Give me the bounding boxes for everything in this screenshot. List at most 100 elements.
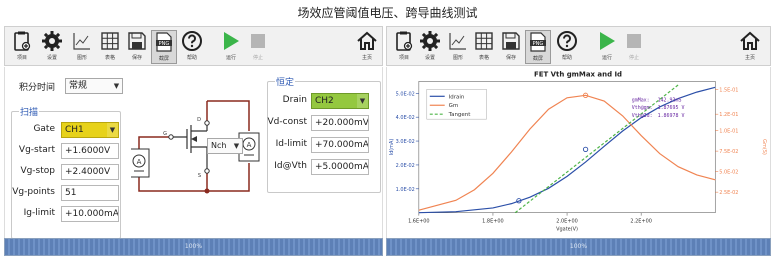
help-label: 帮助: [186, 55, 197, 61]
clipboard-icon: [396, 31, 413, 51]
circuit-diagram: D G S A A: [131, 100, 260, 194]
screenshot-button[interactable]: PNG 截屏: [151, 30, 177, 64]
png-file-icon: PNG: [530, 32, 546, 52]
junction-dot: [204, 188, 210, 194]
settings-button[interactable]: 设置: [417, 30, 443, 64]
vg-stop-input[interactable]: +2.4000V: [61, 164, 119, 180]
home-label: 主页: [361, 55, 372, 61]
project-label: 项目: [16, 55, 27, 61]
integration-time-label: 积分时间: [19, 83, 56, 93]
fixed-group-title: 恒定: [275, 75, 296, 88]
line-chart-icon: [73, 33, 90, 50]
pin-d-label: D: [197, 117, 201, 123]
table-label: 表格: [104, 55, 115, 61]
table-label: 表格: [478, 55, 489, 61]
home-label: 主页: [744, 55, 755, 61]
chart-content: FET Vth gmMax and Id 1.6E+00 1.8E+00 2.0E+…: [386, 67, 771, 238]
annotation-value: 1.86978 V: [658, 113, 685, 119]
stop-button[interactable]: 停止: [621, 30, 647, 64]
gear-icon: [420, 31, 440, 51]
vg-points-input[interactable]: 51: [61, 185, 119, 201]
play-icon: [224, 32, 239, 50]
chart-label: 图形: [76, 55, 87, 61]
y-right-tick-label: 7.5E-02: [719, 149, 738, 155]
page-title: 场效应管阈值电压、跨导曲线测试: [297, 6, 478, 20]
vd-const-input[interactable]: +20.000mV: [311, 115, 369, 131]
gate-value: CH1: [65, 125, 84, 135]
vg-start-input[interactable]: +1.6000V: [61, 143, 119, 159]
legend-label: Idrain: [449, 94, 465, 100]
chart-title: FET Vth gmMax and Id: [534, 70, 622, 78]
save-button[interactable]: 保存: [498, 30, 524, 64]
chevron-down-icon: ▼: [113, 82, 120, 90]
integration-time-select[interactable]: 常规 ▼: [65, 78, 123, 94]
ammeter-gate-symbol: A: [137, 158, 142, 166]
y-right-tick-label: 1.2E-01: [719, 112, 738, 118]
chart-button[interactable]: 图形: [69, 30, 95, 64]
settings-label: 设置: [46, 55, 57, 61]
fet-type-select[interactable]: Nch ▼: [207, 138, 243, 154]
progress-text-right: 100%: [569, 243, 588, 250]
help-button[interactable]: 帮助: [554, 30, 580, 64]
y-left-tick-label: 1.0E-02: [396, 187, 415, 193]
home-icon: [357, 31, 377, 50]
svg-text:PNG: PNG: [159, 41, 170, 47]
vg-points-label: Vg-points: [12, 187, 55, 197]
settings-button[interactable]: 设置: [39, 30, 65, 64]
run-label: 运行: [601, 55, 612, 61]
home-button[interactable]: 主页: [737, 30, 763, 64]
id-limit-input[interactable]: +70.000mA: [311, 137, 369, 153]
save-button[interactable]: 保存: [124, 30, 150, 64]
help-label: 帮助: [561, 55, 572, 61]
y-left-tick-label: 3.0E-02: [396, 139, 415, 145]
table-button[interactable]: 表格: [97, 30, 123, 64]
drain-select[interactable]: CH2 ▼: [311, 93, 369, 109]
run-button[interactable]: 运行: [218, 30, 244, 64]
annotation-label: gmMax:: [632, 97, 650, 103]
stop-button[interactable]: 停止: [245, 30, 271, 64]
y-left-tick-label: 5.0E-02: [396, 91, 415, 97]
chart-label: 图形: [452, 55, 463, 61]
annotation-label: Vth@gm:: [632, 105, 653, 111]
table-button[interactable]: 表格: [471, 30, 497, 64]
wire-left: [138, 136, 171, 149]
id-vth-label: Id@Vth: [274, 161, 307, 171]
x-tick-label: 1.6E+00: [408, 219, 430, 225]
annotation-value: 1.87695 V: [658, 105, 685, 111]
settings-content: 积分时间 常规 ▼ 扫描 Gate CH1 ▼ Vg-start +1.6000V …: [4, 67, 383, 239]
run-button[interactable]: 运行: [594, 30, 620, 64]
ig-limit-input[interactable]: +10.000mA: [61, 206, 119, 222]
png-file-icon: PNG: [156, 32, 172, 52]
help-button[interactable]: 帮助: [179, 30, 205, 64]
x-tick-label: 2.2E+00: [630, 219, 652, 225]
project-button[interactable]: 项目: [9, 30, 35, 64]
vd-const-label: Vd-const: [267, 117, 308, 127]
y-right-tick-label: 2.5E-02: [719, 190, 738, 196]
stop-label: 停止: [628, 55, 639, 61]
y-right-axis-label: Gm(S): [761, 139, 767, 155]
help-icon: [182, 31, 202, 51]
x-tick-label: 2.0E+00: [556, 219, 578, 225]
clipboard-icon: [14, 31, 31, 51]
chart-button[interactable]: 图形: [445, 30, 471, 64]
help-icon: [557, 31, 577, 51]
home-icon: [740, 31, 760, 50]
gate-select[interactable]: CH1 ▼: [61, 122, 119, 138]
project-button[interactable]: 项目: [391, 30, 417, 64]
fet-chart: FET Vth gmMax and Id 1.6E+00 1.8E+00 2.0E+…: [387, 67, 770, 238]
screenshot-button[interactable]: PNG 截屏: [525, 30, 551, 64]
drain-label: Drain: [282, 95, 307, 105]
id-vth-input[interactable]: +5.0000mA: [311, 159, 369, 175]
grid-table-icon: [475, 32, 493, 50]
stop-icon: [251, 34, 265, 48]
home-button[interactable]: 主页: [354, 30, 380, 64]
screenshot-label: 截屏: [158, 56, 169, 62]
play-icon: [600, 32, 615, 50]
legend-label: Tangent: [448, 112, 472, 118]
y-right-tick-label: 5.0E-02: [719, 170, 738, 176]
chart-panel: 项目 设置 图形 表格 保存 PNG 截屏 帮助 运行 停止 主页 FET Vt…: [386, 26, 771, 264]
wire-top: [207, 100, 250, 131]
progress-text-left: 100%: [184, 243, 203, 250]
integration-time-value: 常规: [69, 81, 88, 91]
line-chart-icon: [449, 33, 466, 50]
